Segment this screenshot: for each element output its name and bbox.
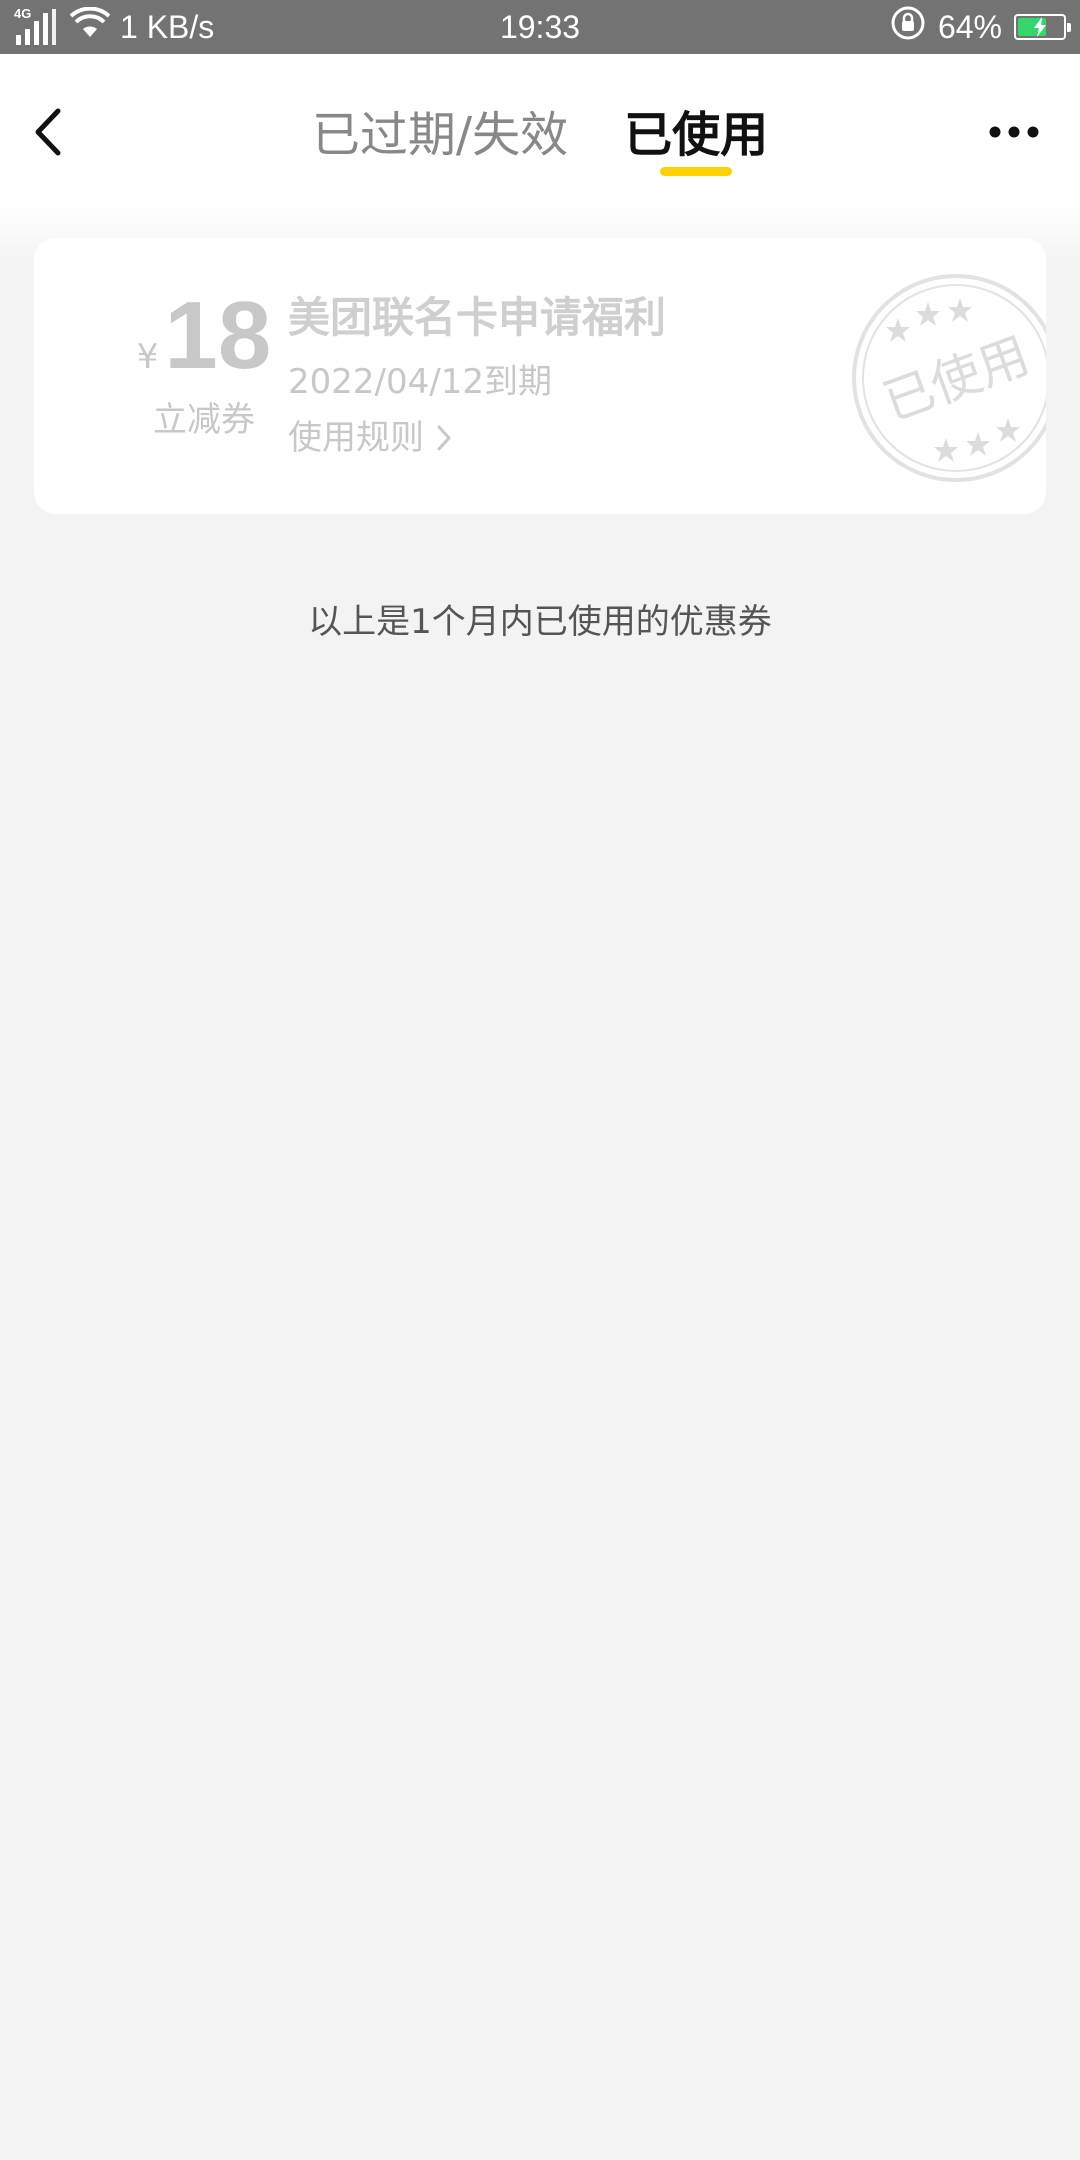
coupon-amount-block: ¥ 18 立减券 — [94, 286, 314, 441]
tab-expired[interactable]: 已过期/失效 — [312, 54, 568, 206]
active-tab-indicator — [660, 167, 733, 176]
amount-value: 18 — [164, 282, 272, 389]
coupon-card[interactable]: ¥ 18 立减券 美团联名卡申请福利 2022/04/12到期 使用规则 已使用 — [34, 238, 1046, 514]
coupon-amount: ¥ 18 — [94, 286, 314, 386]
tab-expired-label: 已过期/失效 — [311, 107, 569, 163]
tab-bar: 已过期/失效 已使用 — [0, 54, 1080, 206]
coupon-expiry: 2022/04/12到期 — [288, 362, 552, 402]
header: 已过期/失效 已使用 — [0, 54, 1080, 206]
status-right: 64% — [890, 0, 1071, 54]
more-dots-icon — [989, 126, 1039, 138]
charging-icon — [1016, 16, 1064, 38]
usage-rules-link[interactable]: 使用规则 — [288, 414, 666, 462]
tab-used-label: 已使用 — [624, 107, 769, 163]
battery-percent: 64% — [937, 8, 1002, 45]
more-button[interactable] — [984, 94, 1044, 170]
used-coupons-note: 以上是1个月内已使用的优惠券 — [308, 602, 772, 642]
coupon-title: 美团联名卡申请福利 — [288, 293, 667, 342]
status-bar: 4G 1 KB/s 19:33 64% — [0, 0, 1080, 54]
clock: 19:33 — [499, 8, 581, 45]
coupon-info: 美团联名卡申请福利 2022/04/12到期 使用规则 — [288, 290, 666, 462]
coupon-type: 立减券 — [153, 400, 255, 440]
battery-icon — [1014, 14, 1071, 40]
battery-tip — [1067, 23, 1071, 32]
stamp-text: 已使用 — [876, 326, 1037, 432]
rotation-lock-icon — [890, 5, 926, 49]
usage-rules-label: 使用规则 — [288, 418, 424, 458]
tab-used[interactable]: 已使用 — [624, 54, 768, 206]
used-stamp-icon: 已使用 — [852, 274, 1046, 482]
chevron-right-icon — [437, 425, 451, 451]
